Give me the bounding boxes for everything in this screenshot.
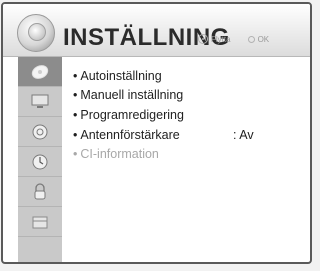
menu-item-autoinstallning[interactable]: • Autoinställning	[73, 66, 310, 86]
bullet: •	[73, 68, 78, 83]
antenna-amplifier-value: : Av	[233, 127, 254, 142]
sidebar-item-options[interactable]	[18, 207, 62, 237]
move-hint-label: Flytta	[211, 34, 231, 44]
menu-item-manuell-installning[interactable]: • Manuell inställning	[73, 86, 310, 106]
monitor-icon	[31, 94, 49, 108]
move-arrows-icon	[198, 34, 208, 44]
navigation-hint: Flytta OK	[198, 34, 269, 44]
audio-speaker-icon	[32, 124, 48, 139]
menu-item-label: Autoinställning	[80, 68, 162, 83]
menu-item-programredigering[interactable]: • Programredigering	[73, 105, 310, 125]
satellite-dish-icon	[31, 64, 49, 79]
category-sidebar	[18, 57, 62, 262]
bullet: •	[73, 88, 78, 103]
lock-icon	[34, 182, 46, 199]
options-icon	[32, 216, 48, 228]
menu-item-label: Manuell inställning	[80, 88, 184, 103]
clock-icon	[32, 154, 48, 169]
menu-item-label: CI-information	[80, 147, 159, 162]
sidebar-item-picture[interactable]	[18, 87, 62, 117]
menu-item-ci-information: • CI-information	[73, 144, 310, 164]
menu-list: • Autoinställning • Manuell inställning …	[73, 66, 310, 164]
setup-disc-icon	[17, 14, 55, 52]
menu-item-label: Programredigering	[80, 107, 184, 122]
sidebar-item-lock[interactable]	[18, 177, 62, 207]
ok-button-icon	[247, 35, 255, 43]
sidebar-item-audio[interactable]	[18, 117, 62, 147]
sidebar-item-time[interactable]	[18, 147, 62, 177]
bullet: •	[73, 127, 78, 142]
setup-menu-window: INSTÄLLNING Flytta OK • Autoinställning …	[1, 2, 312, 264]
sidebar-item-setup[interactable]	[18, 57, 62, 87]
bullet: •	[73, 147, 78, 162]
menu-header: INSTÄLLNING Flytta OK	[3, 4, 310, 57]
menu-item-label: Antennförstärkare	[80, 127, 180, 142]
ok-hint-label: OK	[257, 34, 270, 44]
bullet: •	[73, 107, 78, 122]
menu-item-antennforstarkare[interactable]: • Antennförstärkare : Av	[73, 125, 310, 145]
